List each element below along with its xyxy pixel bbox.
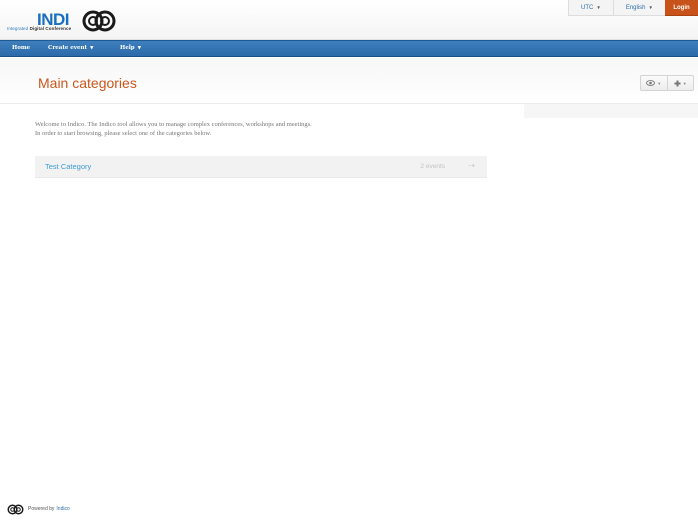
page: Integrated Digital Conference INDI UTC ▼… bbox=[0, 0, 698, 528]
language-label: English bbox=[625, 4, 646, 11]
top-header: Integrated Digital Conference INDI UTC ▼… bbox=[0, 0, 698, 40]
page-title: Main categories bbox=[38, 75, 137, 91]
language-dropdown[interactable]: English ▼ bbox=[612, 0, 665, 16]
login-button[interactable]: Login bbox=[665, 0, 698, 16]
category-name[interactable]: Test Category bbox=[45, 162, 91, 171]
welcome-line-2: In order to start browsing, please selec… bbox=[35, 130, 212, 137]
indico-logo[interactable]: Integrated Digital Conference INDI bbox=[7, 8, 122, 34]
timezone-label: UTC bbox=[581, 4, 594, 11]
chevron-down-icon: ▼ bbox=[90, 46, 94, 51]
category-actions: ▼ ▼ bbox=[640, 75, 694, 91]
plus-icon bbox=[674, 80, 681, 86]
chevron-down-icon: ▼ bbox=[648, 5, 653, 10]
chevron-down-icon: ▼ bbox=[596, 5, 601, 10]
nav-home[interactable]: Home bbox=[12, 45, 30, 51]
eye-icon bbox=[646, 80, 656, 86]
view-options-button[interactable]: ▼ bbox=[641, 76, 667, 90]
chevron-down-icon: ▼ bbox=[682, 80, 687, 86]
side-panel-strip bbox=[524, 104, 698, 118]
indico-logo-icon bbox=[7, 504, 24, 514]
title-band: Main categories ▼ ▼ bbox=[0, 58, 698, 104]
main-nav: Home Create event ▼ Help ▼ bbox=[0, 40, 698, 57]
indico-link[interactable]: Indico bbox=[56, 506, 69, 512]
indico-co-icon bbox=[82, 10, 116, 32]
category-event-count: 2 events bbox=[420, 163, 445, 170]
nav-help-label: Help bbox=[120, 45, 135, 51]
footer: Powered by Indico bbox=[7, 502, 70, 516]
welcome-text: Welcome to Indico. The Indico tool allow… bbox=[35, 120, 415, 138]
chevron-down-icon: ▼ bbox=[137, 46, 142, 51]
add-button[interactable]: ▼ bbox=[666, 76, 694, 90]
chevron-down-icon: ▼ bbox=[657, 80, 662, 86]
arrow-right-icon: ⇢ bbox=[468, 161, 475, 170]
timezone-dropdown[interactable]: UTC ▼ bbox=[568, 0, 613, 16]
powered-by-text: Powered by bbox=[28, 506, 55, 512]
welcome-line-1: Welcome to Indico. The Indico tool allow… bbox=[35, 121, 312, 128]
nav-create-event[interactable]: Create event ▼ bbox=[48, 45, 94, 51]
header-controls: UTC ▼ English ▼ Login bbox=[568, 0, 698, 16]
nav-help[interactable]: Help ▼ bbox=[120, 45, 141, 51]
logo-wordmark: INDI bbox=[37, 10, 70, 29]
category-row[interactable]: Test Category 2 events ⇢ bbox=[35, 156, 487, 178]
nav-create-event-label: Create event bbox=[48, 45, 88, 51]
